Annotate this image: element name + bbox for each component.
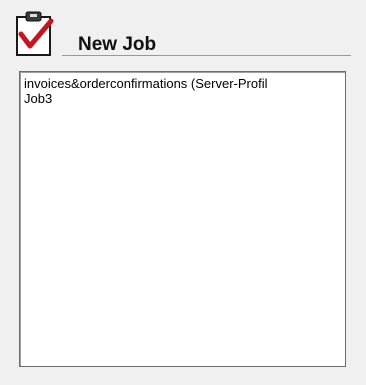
dialog-header: New Job	[0, 0, 366, 62]
clipboard-checkmark-icon	[16, 11, 54, 56]
page-title: New Job	[78, 34, 157, 55]
title-divider	[62, 55, 351, 56]
list-item[interactable]: invoices&orderconfirmations (Server-Prof…	[24, 76, 345, 91]
list-item[interactable]: Job3	[24, 91, 345, 106]
job-list[interactable]: invoices&orderconfirmations (Server-Prof…	[19, 71, 346, 367]
